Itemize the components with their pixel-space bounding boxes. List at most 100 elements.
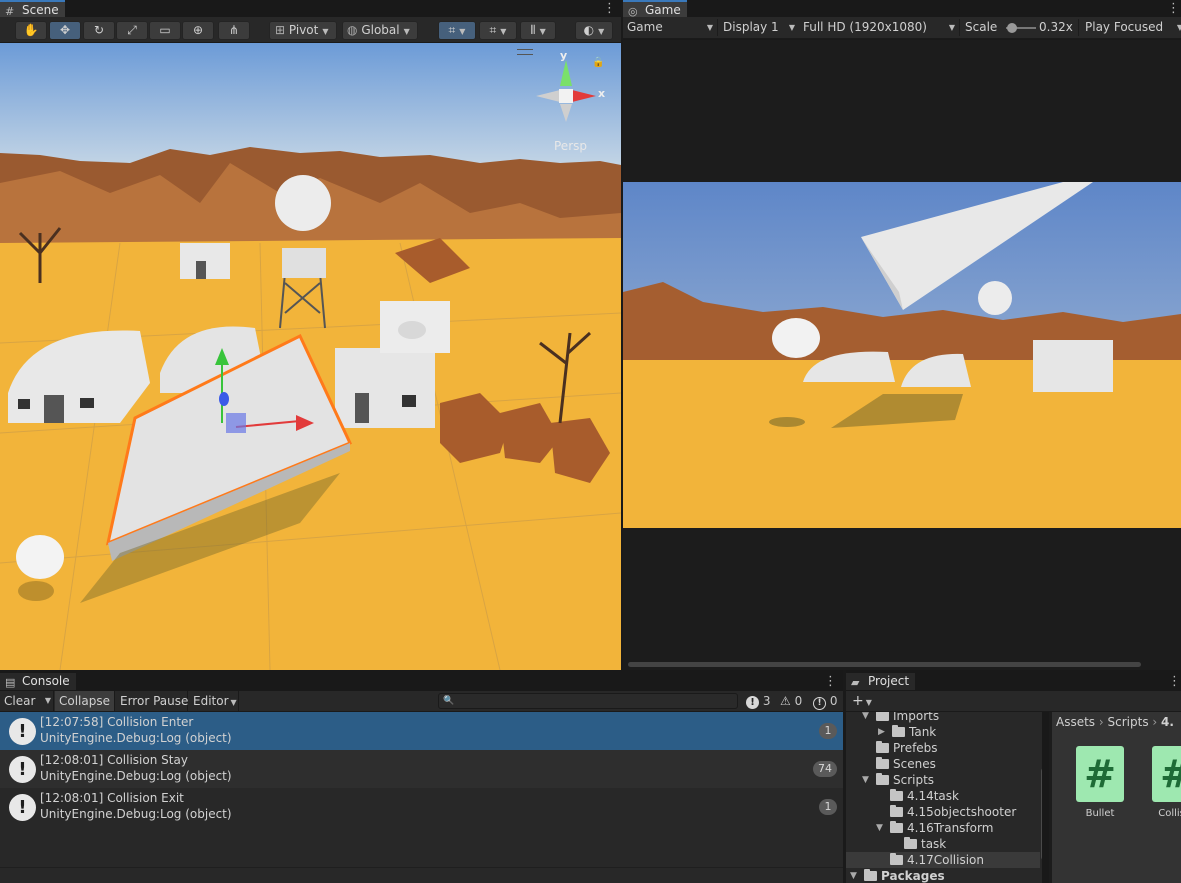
tree-scrollbar[interactable] xyxy=(1041,768,1042,860)
globe-icon: ◍ xyxy=(347,23,358,37)
increment-snap-button[interactable]: ⌗ ▼ xyxy=(479,21,517,40)
scale-slider-thumb[interactable] xyxy=(1007,23,1017,33)
tree-item-task[interactable]: task xyxy=(904,836,946,852)
console-entry[interactable]: ! [12:07:58] Collision Enter UnityEngine… xyxy=(0,712,843,750)
tree-item-label: Scenes xyxy=(893,757,936,771)
caret-down-icon: ▼ xyxy=(862,775,869,785)
move-tool-button[interactable]: ✥ xyxy=(49,21,81,40)
display-dropdown[interactable]: Display 1 ▼ xyxy=(723,17,795,38)
asset-item[interactable]: # Collisio xyxy=(1150,746,1181,820)
panel-splitter[interactable] xyxy=(843,670,846,883)
error-pause-toggle[interactable]: Error Pause xyxy=(116,691,188,711)
project-toolbar: + ▼ xyxy=(846,691,1181,712)
tree-item-label: Packages xyxy=(881,869,945,883)
scene-render xyxy=(0,43,621,670)
tree-item-imports[interactable]: ▼ Imports xyxy=(862,712,940,724)
tree-item-scripts[interactable]: ▼ Scripts xyxy=(862,772,934,788)
game-mode-dropdown[interactable]: Game ▼ xyxy=(627,17,713,38)
breadcrumb-current[interactable]: 4. xyxy=(1161,715,1174,729)
tree-item-4-16transform[interactable]: ▼ 4.16Transform xyxy=(876,820,994,836)
info-icon: ! xyxy=(9,794,36,821)
panel-splitter[interactable] xyxy=(621,0,623,670)
warning-filter-toggle[interactable]: ⚠ 0 xyxy=(780,693,802,709)
grid-snap-button[interactable]: ⌗ ▼ xyxy=(438,21,476,40)
tree-item-4-15objectshooter[interactable]: 4.15objectshooter xyxy=(890,804,1016,820)
shading-icon: ◐ xyxy=(583,23,595,37)
separator xyxy=(959,19,960,36)
breadcrumb-assets[interactable]: Assets xyxy=(1056,715,1095,729)
breadcrumb-scripts[interactable]: Scripts xyxy=(1108,715,1149,729)
scene-more-icon[interactable]: ⋮ xyxy=(603,0,616,17)
console-icon: ▤ xyxy=(5,676,16,689)
persp-label[interactable]: Persp xyxy=(554,139,587,153)
project-more-icon[interactable]: ⋮ xyxy=(1168,673,1181,690)
tab-game[interactable]: ◎ Game xyxy=(623,0,687,18)
caret-right-icon: ▶ xyxy=(878,727,885,737)
rotate-tool-button[interactable]: ↻ xyxy=(83,21,115,40)
overlay-menu-icon[interactable] xyxy=(517,49,533,55)
tree-item-4-17collision[interactable]: 4.17Collision xyxy=(890,852,984,868)
custom-tool-button[interactable]: ⋔ xyxy=(218,21,250,40)
tree-item-label: 4.16Transform xyxy=(907,821,994,835)
folder-icon xyxy=(876,712,889,721)
add-asset-button[interactable]: + ▼ xyxy=(852,691,872,713)
rect-tool-button[interactable]: ▭ xyxy=(149,21,181,40)
tree-item-label: task xyxy=(921,837,947,851)
tab-scene[interactable]: # Scene xyxy=(0,0,65,18)
tab-game-label: Game xyxy=(645,3,681,17)
warning-count: 0 xyxy=(794,694,803,708)
hand-tool-button[interactable]: ✋ xyxy=(15,21,47,40)
folder-icon xyxy=(890,853,903,865)
tab-project[interactable]: ▰ Project xyxy=(846,673,916,690)
clear-button[interactable]: Clear ▼ xyxy=(0,691,54,711)
scene-viewport[interactable]: 🔒 y x Persp xyxy=(0,43,621,670)
info-filter-toggle[interactable]: ! 3 xyxy=(746,693,770,709)
scale-tool-button[interactable]: ⤢ xyxy=(116,21,148,40)
folder-icon xyxy=(890,821,903,833)
pivot-dropdown[interactable]: ⊞ Pivot ▼ xyxy=(269,21,337,40)
global-dropdown[interactable]: ◍ Global ▼ xyxy=(342,21,418,40)
console-more-icon[interactable]: ⋮ xyxy=(824,673,837,690)
console-toolbar: Clear ▼ Collapse Error Pause Editor ▼ 🔍 ! … xyxy=(0,691,843,712)
error-pause-label: Error Pause xyxy=(120,694,189,708)
game-scrollbar[interactable] xyxy=(628,662,1141,667)
lock-icon[interactable]: 🔒 xyxy=(592,57,604,68)
console-entry-count: 1 xyxy=(819,799,837,815)
game-tab-bar: ◎ Game ⋮ xyxy=(623,0,1181,18)
gizmo-x-label: x xyxy=(598,87,606,100)
tab-console[interactable]: ▤ Console xyxy=(0,673,76,690)
project-tab-bar: ▰ Project ⋮ xyxy=(846,673,1181,690)
chevron-right-icon: › xyxy=(1152,715,1162,729)
tree-item-4-14task[interactable]: 4.14task xyxy=(890,788,959,804)
game-more-icon[interactable]: ⋮ xyxy=(1167,0,1180,17)
editor-dropdown[interactable]: Editor ▼ xyxy=(189,691,239,711)
play-mode-dropdown[interactable]: Play Focused ▼ xyxy=(1085,17,1181,38)
move-icon: ✥ xyxy=(59,23,71,37)
tree-item-prefebs[interactable]: Prefebs xyxy=(876,740,938,756)
tree-item-tank[interactable]: ▶ Tank xyxy=(878,724,936,740)
align-button[interactable]: ⦀ ▼ xyxy=(520,21,556,40)
tree-item-scenes[interactable]: Scenes xyxy=(876,756,936,772)
console-search-input[interactable]: 🔍 xyxy=(438,693,738,709)
folder-icon xyxy=(904,837,917,849)
search-icon: 🔍 xyxy=(443,696,455,706)
console-entry[interactable]: ! [12:08:01] Collision Exit UnityEngine.… xyxy=(0,788,843,826)
error-count: 0 xyxy=(829,694,838,708)
tree-item-label: Imports xyxy=(893,712,940,723)
collapse-toggle[interactable]: Collapse xyxy=(55,691,115,711)
console-entry-message: [12:08:01] Collision Exit xyxy=(40,791,184,805)
resolution-dropdown[interactable]: Full HD (1920x1080) ▼ xyxy=(803,17,955,38)
chevron-down-icon: ▼ xyxy=(539,27,546,36)
asset-item[interactable]: # Bullet xyxy=(1074,746,1126,820)
transform-icon: ⊕ xyxy=(192,23,204,37)
info-icon: ! xyxy=(9,718,36,745)
console-entry-source: UnityEngine.Debug:Log (object) xyxy=(40,731,232,745)
draw-mode-button[interactable]: ◐ ▼ xyxy=(575,21,613,40)
game-viewport[interactable] xyxy=(623,40,1181,670)
error-icon: ! xyxy=(813,697,826,710)
transform-tool-button[interactable]: ⊕ xyxy=(182,21,214,40)
console-entry[interactable]: ! [12:08:01] Collision Stay UnityEngine.… xyxy=(0,750,843,788)
error-filter-toggle[interactable]: ! 0 xyxy=(813,693,838,710)
tree-item-packages[interactable]: ▼ Packages xyxy=(850,868,945,883)
warning-icon: ⚠ xyxy=(780,694,791,708)
